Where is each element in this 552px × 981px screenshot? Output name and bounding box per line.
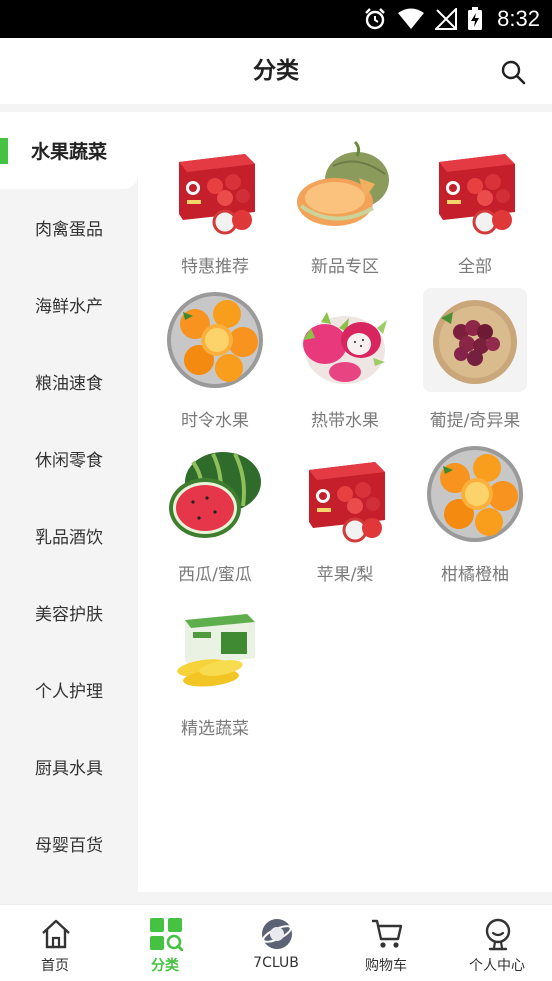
subcategory-label: 精选蔬菜: [181, 719, 249, 739]
sidebar-item-label: 海鲜水产: [35, 297, 103, 317]
category-sidebar: 水果蔬菜 肉禽蛋品 海鲜水产 粮油速食 休闲零食 乳品酒饮 美容护肤 个人护理 …: [0, 112, 138, 904]
subcategory-tile[interactable]: 柑橘橙柚: [410, 442, 540, 592]
sidebar-item-label: 母婴百货: [35, 836, 103, 856]
sidebar-item-label: 个人护理: [35, 682, 103, 702]
sidebar-item-label: 美容护肤: [35, 605, 103, 625]
tab-label: 分类: [151, 958, 179, 974]
header: 分类: [0, 38, 552, 104]
tab-label: 首页: [41, 958, 69, 974]
sidebar-item-label: 休闲零食: [35, 451, 103, 471]
subcategory-tile[interactable]: 苹果/梨: [280, 442, 410, 592]
sidebar-item-personal-care[interactable]: 个人护理: [0, 651, 138, 728]
status-bar: 8:32: [0, 0, 552, 38]
subcategory-tile[interactable]: 葡提/奇异果: [410, 288, 540, 438]
sidebar-item-snacks[interactable]: 休闲零食: [0, 420, 138, 497]
oranges-image: [163, 288, 267, 392]
subcategory-tile[interactable]: 西瓜/蜜瓜: [150, 442, 280, 592]
sidebar-item-seafood[interactable]: 海鲜水产: [0, 266, 138, 343]
subcategory-label: 特惠推荐: [181, 257, 249, 277]
apple-box-image: [423, 134, 527, 238]
tab-cart[interactable]: 购物车: [331, 905, 441, 981]
subcategory-label: 新品专区: [311, 257, 379, 277]
content-bottom-gap: [138, 892, 552, 904]
signal-off-icon: [435, 8, 458, 30]
subcategory-label: 时令水果: [181, 411, 249, 431]
watermelon-image: [163, 442, 267, 546]
header-divider: [0, 104, 552, 112]
grapes-image: [423, 288, 527, 392]
tab-label: 7CLUB: [253, 955, 299, 971]
sidebar-item-grain-oil[interactable]: 粮油速食: [0, 343, 138, 420]
home-icon: [42, 919, 70, 949]
sidebar-item-label: 乳品酒饮: [35, 528, 103, 548]
subcategory-label: 苹果/梨: [316, 565, 374, 585]
search-icon[interactable]: [500, 59, 526, 85]
subcategory-tile[interactable]: 特惠推荐: [150, 134, 280, 284]
sidebar-item-dairy-drinks[interactable]: 乳品酒饮: [0, 497, 138, 574]
apple-box-image: [163, 134, 267, 238]
sidebar-item-label: 水果蔬菜: [30, 141, 107, 163]
sidebar-item-fruits-vegetables[interactable]: 水果蔬菜: [0, 112, 138, 189]
cart-icon: [372, 919, 403, 948]
active-indicator: [0, 138, 8, 164]
subcategory-label: 热带水果: [311, 411, 379, 431]
sidebar-item-meat-eggs[interactable]: 肉禽蛋品: [0, 189, 138, 266]
tab-category[interactable]: 分类: [110, 905, 220, 981]
subcategory-label: 柑橘橙柚: [441, 565, 509, 585]
battery-charging-icon: [468, 7, 483, 30]
subcategory-tile[interactable]: 精选蔬菜: [150, 596, 280, 746]
category-icon: [150, 918, 183, 951]
subcategory-tile[interactable]: 时令水果: [150, 288, 280, 438]
subcategory-tile[interactable]: 全部: [410, 134, 540, 284]
melon-image: [293, 134, 397, 238]
subcategory-label: 西瓜/蜜瓜: [178, 565, 252, 585]
subcategory-grid: 特惠推荐 新品专区 全部 时令水果 热带水果 葡提/奇异果 西瓜/蜜瓜 苹果/梨…: [138, 112, 552, 892]
subcategory-tile[interactable]: 热带水果: [280, 288, 410, 438]
tab-7club[interactable]: 7CLUB: [221, 905, 331, 981]
sidebar-item-beauty[interactable]: 美容护肤: [0, 574, 138, 651]
page-title: 分类: [253, 58, 299, 84]
sidebar-item-label: 粮油速食: [35, 374, 103, 394]
sidebar-item-label: 厨具水具: [35, 759, 103, 779]
dragon-fruit-image: [293, 288, 397, 392]
apple-box-image: [293, 442, 397, 546]
subcategory-label: 葡提/奇异果: [429, 411, 521, 431]
sidebar-item-baby-goods[interactable]: 母婴百货: [0, 805, 138, 882]
subcategory-label: 全部: [458, 257, 492, 277]
sidebar-item-kitchenware[interactable]: 厨具水具: [0, 728, 138, 805]
alarm-icon: [365, 8, 386, 30]
tab-label: 个人中心: [469, 958, 525, 974]
wifi-icon: [398, 8, 425, 29]
planet-icon: [262, 919, 292, 949]
sidebar-item-label: 肉禽蛋品: [35, 220, 103, 240]
tab-home[interactable]: 首页: [0, 905, 110, 981]
corn-image: [163, 596, 267, 700]
status-time: 8:32: [497, 6, 540, 31]
oranges-image: [423, 442, 527, 546]
tab-profile[interactable]: 个人中心: [442, 905, 552, 981]
profile-icon: [485, 918, 511, 951]
subcategory-tile[interactable]: 新品专区: [280, 134, 410, 284]
bottom-tab-bar: 首页 分类 7CLUB 购物车 个人中心: [0, 904, 552, 981]
tab-label: 购物车: [365, 958, 407, 974]
